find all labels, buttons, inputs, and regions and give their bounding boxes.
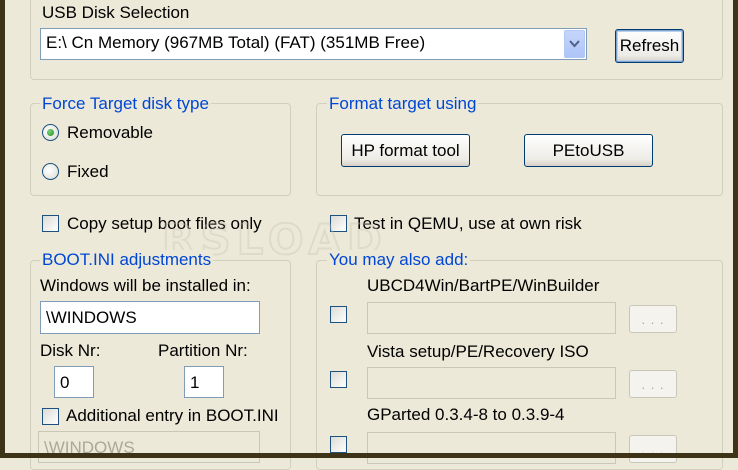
- disk-nr-input[interactable]: 0: [54, 366, 94, 398]
- windows-installed-label: Windows will be installed in:: [40, 276, 251, 295]
- test-qemu-label[interactable]: Test in QEMU, use at own risk: [354, 214, 582, 234]
- usb-disk-selection-legend: USB Disk Selection: [40, 3, 192, 23]
- also-add-legend: You may also add:: [327, 250, 471, 270]
- gparted-browse-button[interactable]: . . .: [629, 435, 677, 463]
- force-target-legend: Force Target disk type: [40, 94, 211, 114]
- format-target-legend: Format target using: [327, 94, 479, 114]
- refresh-button[interactable]: Refresh: [615, 29, 684, 63]
- removable-label[interactable]: Removable: [67, 123, 153, 143]
- test-qemu-checkbox[interactable]: [330, 215, 347, 232]
- ubcd4win-label: UBCD4Win/BartPE/WinBuilder: [367, 276, 600, 295]
- vista-setup-checkbox[interactable]: [330, 371, 347, 388]
- gparted-label: GParted 0.3.4-8 to 0.3.9-4: [367, 405, 565, 424]
- partition-nr-input[interactable]: 1: [184, 366, 224, 398]
- additional-path-input[interactable]: \WINDOWS: [38, 431, 260, 463]
- usb-disk-selected-value: E:\ Cn Memory (967MB Total) (FAT) (351MB…: [46, 33, 426, 52]
- boot-ini-legend: BOOT.INI adjustments: [40, 250, 214, 270]
- chevron-down-icon[interactable]: [564, 30, 585, 58]
- windows-path-value: \WINDOWS: [46, 308, 137, 327]
- partition-nr-value: 1: [190, 373, 200, 392]
- disk-nr-label: Disk Nr:: [40, 341, 101, 360]
- removable-radio[interactable]: [42, 124, 59, 141]
- ubcd4win-checkbox[interactable]: [330, 306, 347, 323]
- disk-nr-value: 0: [60, 373, 70, 392]
- additional-path-value: \WINDOWS: [44, 438, 135, 457]
- ubcd4win-path-input[interactable]: [367, 302, 616, 334]
- force-target-group: [30, 103, 291, 196]
- ubcd4win-browse-button[interactable]: . . .: [629, 305, 677, 333]
- hp-format-tool-button[interactable]: HP format tool: [341, 134, 470, 167]
- copy-setup-label[interactable]: Copy setup boot files only: [67, 214, 262, 234]
- windows-path-input[interactable]: \WINDOWS: [40, 301, 260, 334]
- partition-nr-label: Partition Nr:: [158, 341, 248, 360]
- gparted-path-input[interactable]: [367, 432, 616, 464]
- vista-setup-label: Vista setup/PE/Recovery ISO: [367, 342, 589, 361]
- additional-entry-label[interactable]: Additional entry in BOOT.INI: [66, 406, 279, 426]
- petousb-button[interactable]: PEtoUSB: [524, 134, 653, 167]
- gparted-checkbox[interactable]: [330, 436, 347, 453]
- vista-setup-path-input[interactable]: [367, 367, 616, 399]
- fixed-radio[interactable]: [42, 163, 59, 180]
- fixed-label[interactable]: Fixed: [67, 162, 109, 182]
- additional-entry-checkbox[interactable]: [42, 408, 59, 425]
- usb-disk-dropdown[interactable]: E:\ Cn Memory (967MB Total) (FAT) (351MB…: [40, 28, 587, 60]
- radio-selected-dot: [47, 129, 54, 136]
- vista-setup-browse-button[interactable]: . . .: [629, 370, 677, 398]
- copy-setup-checkbox[interactable]: [42, 215, 59, 232]
